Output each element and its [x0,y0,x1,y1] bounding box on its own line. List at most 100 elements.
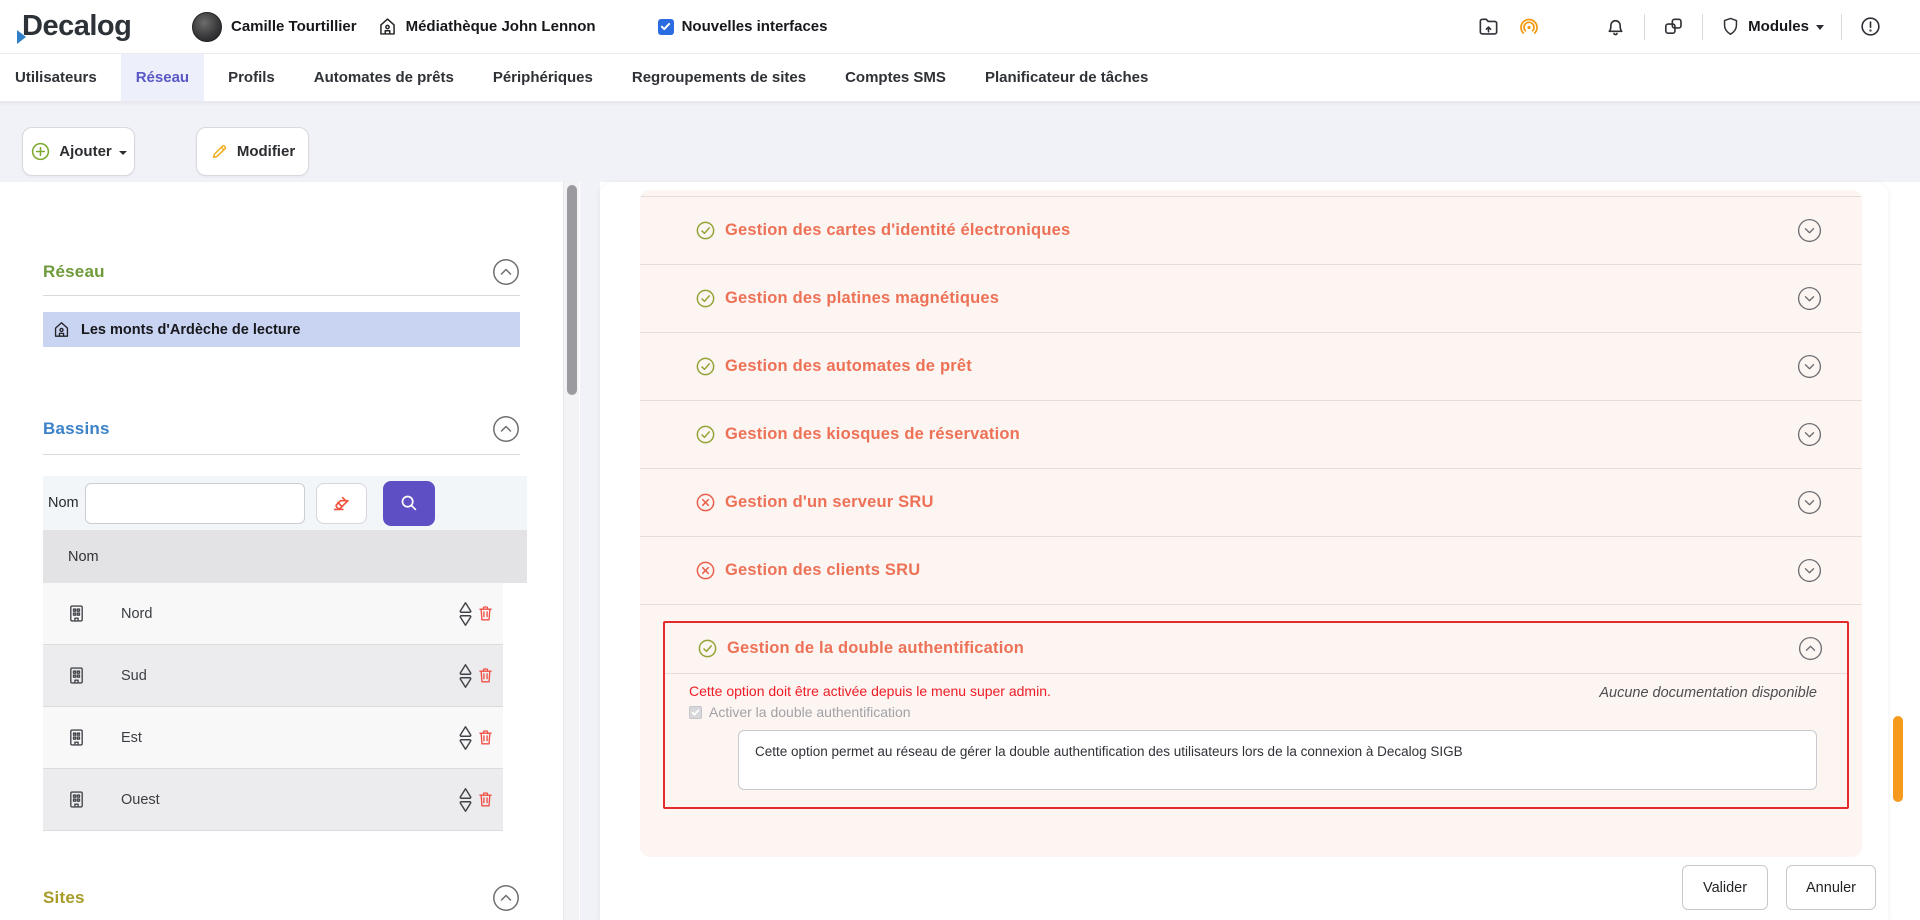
collapse-basins-icon[interactable] [492,415,520,443]
logo-text: Decalog [16,10,131,43]
basin-row-nord[interactable]: Nord [43,583,503,645]
double-auth-description-box[interactable]: Cette option permet au réseau de gérer l… [738,730,1817,790]
modules-label: Modules [1748,18,1809,35]
delete-icon[interactable] [476,666,495,685]
notifications-bell-icon[interactable] [1604,15,1627,38]
move-down-icon[interactable] [458,615,473,627]
validate-button[interactable]: Valider [1682,865,1768,910]
accordion-item-label: Gestion des cartes d'identité électroniq… [725,221,1070,240]
new-interfaces-checkbox[interactable] [658,19,674,35]
move-up-icon[interactable] [458,725,473,737]
expand-chevron-icon[interactable] [1797,354,1822,379]
house-icon [377,16,398,37]
tab-reseau[interactable]: Réseau [121,54,204,101]
clear-search-button[interactable] [316,483,367,524]
tab-utilisateurs[interactable]: Utilisateurs [0,54,112,101]
tab-comptes-sms[interactable]: Comptes SMS [830,54,961,101]
check-circle-icon [695,356,716,377]
collapse-chevron-icon[interactable] [1798,636,1823,661]
accordion-item-label: Gestion des kiosques de réservation [725,425,1020,444]
header-divider [1702,14,1703,40]
expand-chevron-icon[interactable] [1797,490,1822,515]
live-assist-icon[interactable] [1517,15,1541,39]
activate-double-auth-checkbox[interactable] [689,706,702,719]
toolbar: Ajouter Modifier [0,102,1920,182]
content-gutter [580,182,600,920]
move-up-icon[interactable] [458,787,473,799]
main-nav-tabs: Utilisateurs Réseau Profils Automates de… [0,54,1920,102]
tab-peripheriques[interactable]: Périphériques [478,54,608,101]
basin-row-sud[interactable]: Sud [43,645,503,707]
folder-export-icon[interactable] [1477,15,1500,38]
current-library[interactable]: Médiathèque John Lennon [377,16,596,37]
check-circle-icon [695,424,716,445]
add-button[interactable]: Ajouter [22,127,135,176]
basin-name: Nord [121,606,152,622]
edit-button[interactable]: Modifier [196,127,309,176]
move-up-icon[interactable] [458,601,473,613]
search-button[interactable] [383,481,435,526]
info-icon[interactable] [1859,15,1882,38]
move-down-icon[interactable] [458,739,473,751]
current-user[interactable]: Camille Tourtillier [192,12,357,42]
collapse-network-icon[interactable] [492,258,520,286]
apps-links-icon[interactable] [1662,15,1685,38]
double-auth-highlighted-section: Gestion de la double authentification Ce… [663,621,1849,809]
tab-automates-de-prets[interactable]: Automates de prêts [299,54,469,101]
header-divider [1841,14,1842,40]
new-interfaces-label: Nouvelles interfaces [682,18,828,35]
accordion-item-double-authentification[interactable]: Gestion de la double authentification [665,623,1847,674]
accordion-item-kiosques-reservation[interactable]: Gestion des kiosques de réservation [640,401,1862,469]
sites-section-title: Sites [43,888,85,908]
network-selected-item[interactable]: Les monts d'Ardèche de lecture [43,312,520,347]
expand-chevron-icon[interactable] [1797,286,1822,311]
plus-circle-icon [30,141,51,162]
delete-icon[interactable] [476,790,495,809]
library-building-icon [52,320,71,339]
accordion-item-cartes-identite[interactable]: Gestion des cartes d'identité électroniq… [640,197,1862,265]
tab-planificateur-de-taches[interactable]: Planificateur de tâches [970,54,1163,101]
x-circle-icon [695,492,716,513]
accordion-item-platines-magnetiques[interactable]: Gestion des platines magnétiques [640,265,1862,333]
decalog-logo: Decalog [16,10,134,43]
expand-chevron-icon[interactable] [1797,422,1822,447]
search-icon [398,492,420,514]
network-section-title: Réseau [43,262,105,282]
header-icon-group: Modules [1477,14,1882,40]
search-field-label: Nom [48,495,79,511]
basins-search-input[interactable] [85,483,305,524]
accordion-item-label: Gestion des platines magnétiques [725,289,999,308]
sidebar-scrollbar-handle[interactable] [567,185,577,395]
delete-icon[interactable] [476,604,495,623]
chevron-down-icon [1816,25,1824,30]
chevron-down-icon [119,151,127,155]
accordion-item-serveur-sru[interactable]: Gestion d'un serveur SRU [640,469,1862,537]
basin-row-est[interactable]: Est [43,707,503,769]
basin-row-ouest[interactable]: Ouest [43,769,503,831]
page-scrollbar-handle[interactable] [1893,716,1903,802]
modules-menu[interactable]: Modules [1720,16,1824,37]
delete-icon[interactable] [476,728,495,747]
cancel-button[interactable]: Annuler [1786,865,1876,910]
sidebar-scrollbar[interactable] [563,182,579,920]
sidebar: Réseau Les monts d'Ardèche de lecture Ba… [0,182,563,920]
accordion-item-label: Gestion des automates de prêt [725,357,972,376]
accordion-item-automates-de-pret[interactable]: Gestion des automates de prêt [640,333,1862,401]
network-settings-card: Gestion des cartes d'identité électroniq… [600,182,1888,920]
building-icon [66,665,87,686]
library-name: Médiathèque John Lennon [406,18,596,35]
top-header: Decalog Camille Tourtillier Médiathèque … [0,0,1920,54]
move-up-icon[interactable] [458,663,473,675]
move-down-icon[interactable] [458,677,473,689]
collapse-sites-icon[interactable] [492,884,520,912]
accordion-item-clients-sru[interactable]: Gestion des clients SRU [640,537,1862,605]
expand-chevron-icon[interactable] [1797,218,1822,243]
logo-accent-icon [17,30,26,44]
check-circle-icon [695,288,716,309]
pencil-icon [210,142,229,161]
move-down-icon[interactable] [458,801,473,813]
expand-chevron-icon[interactable] [1797,558,1822,583]
tab-regroupements-de-sites[interactable]: Regroupements de sites [617,54,821,101]
tab-profils[interactable]: Profils [213,54,290,101]
new-interfaces-toggle[interactable]: Nouvelles interfaces [658,18,828,35]
